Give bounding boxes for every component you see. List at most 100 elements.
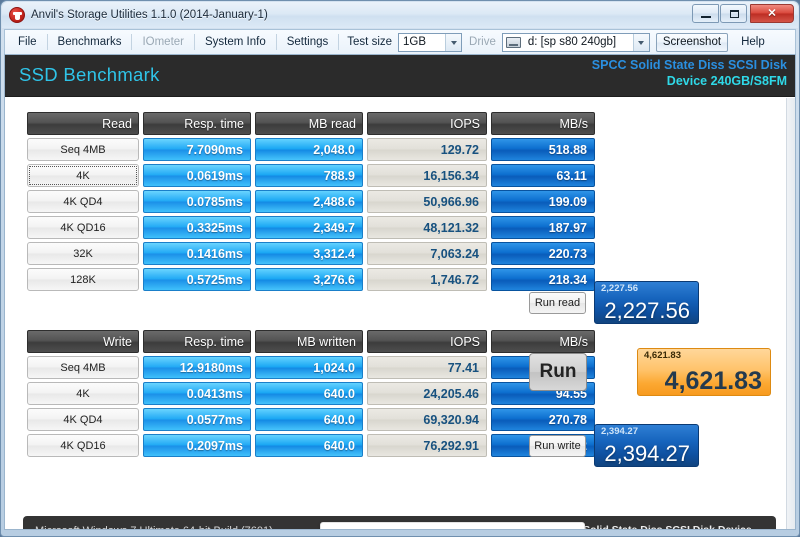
menu-item-file[interactable]: File [9, 33, 46, 51]
maximize-button[interactable] [720, 4, 747, 23]
table-row: 128K 0.5725ms 3,276.6 1,746.72 218.34 [27, 268, 599, 292]
write-resp-value: 0.0577ms [143, 408, 251, 431]
table-row: 4K QD4 0.0785ms 2,488.6 50,966.96 199.09 [27, 190, 599, 214]
menu-divider [275, 34, 277, 50]
write-header-row: Write Resp. time MB written IOPS MB/s [27, 330, 599, 354]
close-button[interactable]: ✕ [750, 4, 794, 23]
notes-box: Drive : Silicon Power S80 240GB Notes : … [320, 522, 585, 529]
read-mb-value: 2,488.6 [255, 190, 363, 213]
menu-item-help[interactable]: Help [732, 33, 774, 51]
write-mb-value: 1,024.0 [255, 356, 363, 379]
read-iops-value: 7,063.24 [367, 242, 487, 265]
table-row: 4K 0.0619ms 788.9 16,156.34 63.11 [27, 164, 599, 188]
system-info-block: Microsoft Windows 7 Ultimate 64-bit Buil… [35, 524, 325, 529]
results-sheet: Read Resp. time MB read IOPS MB/s Seq 4MB 7.70… [5, 98, 786, 529]
read-iops-value: 50,966.96 [367, 190, 487, 213]
run-button[interactable]: Run [529, 353, 587, 391]
read-column-header: MB read [255, 112, 363, 135]
read-iops-value: 1,746.72 [367, 268, 487, 291]
read-mb-value: 2,349.7 [255, 216, 363, 239]
write-mbs-value: 270.78 [491, 408, 595, 431]
read-resp-value: 0.0619ms [143, 164, 251, 187]
read-test-button[interactable]: 4K QD16 [27, 216, 139, 239]
menu-item-system-info[interactable]: System Info [196, 33, 275, 51]
close-icon: ✕ [767, 7, 777, 19]
write-test-button[interactable]: 4K QD16 [27, 434, 139, 457]
menu-divider [338, 34, 340, 50]
minimize-button[interactable] [692, 4, 719, 23]
read-column-header: Read [27, 112, 139, 135]
read-mbs-value: 199.09 [491, 190, 595, 213]
write-iops-value: 69,320.94 [367, 408, 487, 431]
table-row: 4K 0.0413ms 640.0 24,205.46 94.55 [27, 382, 599, 406]
chevron-down-icon[interactable] [632, 33, 649, 51]
read-test-button[interactable]: 32K [27, 242, 139, 265]
read-mbs-value: 220.73 [491, 242, 595, 265]
vertical-scrollbar[interactable] [786, 98, 795, 529]
read-test-button[interactable]: 4K QD4 [27, 190, 139, 213]
write-score-small: 2,394.27 [601, 426, 638, 437]
write-column-header: IOPS [367, 330, 487, 353]
read-mb-value: 2,048.0 [255, 138, 363, 161]
test-size-value: 1GB [403, 36, 427, 48]
menu-divider [131, 34, 133, 50]
write-test-button[interactable]: 4K QD4 [27, 408, 139, 431]
write-score-panel: 2,394.27 2,394.27 [594, 424, 699, 467]
client-area: SSD Benchmark SPCC Solid State Diss SCSI… [4, 54, 796, 530]
drive-value: d: [sp s80 240gb] [527, 36, 617, 48]
test-size-label: Test size [347, 36, 393, 48]
write-resp-value: 12.9180ms [143, 356, 251, 379]
menu-divider [46, 34, 48, 50]
read-test-button[interactable]: 4K [27, 164, 139, 187]
read-iops-value: 16,156.34 [367, 164, 487, 187]
maximize-icon [730, 10, 739, 18]
run-write-button[interactable]: Run write [529, 435, 586, 457]
write-results-table: Write Resp. time MB written IOPS MB/s Seq 4MB… [27, 330, 599, 460]
window-title: Anvil's Storage Utilities 1.1.0 (2014-Ja… [31, 9, 268, 21]
window-controls: ✕ [692, 4, 794, 23]
write-resp-value: 0.2097ms [143, 434, 251, 457]
write-column-header: Resp. time [143, 330, 251, 353]
read-test-button[interactable]: Seq 4MB [27, 138, 139, 161]
table-row: 4K QD160.2097ms640.076,292.91298.02 [27, 434, 599, 458]
read-score-panel: 2,227.56 2,227.56 [594, 281, 699, 324]
read-score-value: 2,227.56 [604, 298, 690, 323]
device-name-line1: SPCC Solid State Diss SCSI Disk [591, 58, 787, 72]
run-read-button[interactable]: Run read [529, 292, 586, 314]
read-mb-value: 3,276.6 [255, 268, 363, 291]
menu-item-settings[interactable]: Settings [278, 33, 338, 51]
chevron-down-icon[interactable] [445, 33, 462, 51]
menu-item-iometer: IOmeter [142, 36, 184, 48]
device-name-line2: Device 240GB/S8FM [666, 74, 787, 88]
write-iops-value: 24,205.46 [367, 382, 487, 405]
read-score-small: 2,227.56 [601, 283, 638, 294]
write-test-button[interactable]: 4K [27, 382, 139, 405]
test-size-select[interactable]: 1GB [398, 32, 463, 52]
read-results-table: Read Resp. time MB read IOPS MB/s Seq 4MB 7.70… [27, 112, 599, 294]
drive-icon [505, 36, 521, 48]
write-test-button[interactable]: Seq 4MB [27, 356, 139, 379]
write-mb-value: 640.0 [255, 382, 363, 405]
read-column-header: IOPS [367, 112, 487, 135]
read-resp-value: 7.7090ms [143, 138, 251, 161]
read-test-button[interactable]: 128K [27, 268, 139, 291]
read-mbs-value: 187.97 [491, 216, 595, 239]
read-mb-value: 3,312.4 [255, 242, 363, 265]
drive-select[interactable]: d: [sp s80 240gb] [501, 32, 650, 52]
screenshot-button[interactable]: Screenshot [655, 32, 729, 52]
read-resp-value: 0.1416ms [143, 242, 251, 265]
read-iops-value: 129.72 [367, 138, 487, 161]
write-column-header: MB written [255, 330, 363, 353]
read-resp-value: 0.5725ms [143, 268, 251, 291]
menu-item-benchmarks[interactable]: Benchmarks [49, 33, 131, 51]
read-mbs-value: 518.88 [491, 138, 595, 161]
anvil-app-icon [9, 7, 25, 23]
menu-divider [194, 34, 195, 50]
read-header-row: Read Resp. time MB read IOPS MB/s [27, 112, 599, 136]
write-score-value: 2,394.27 [604, 441, 690, 466]
read-column-header: MB/s [491, 112, 595, 135]
read-resp-value: 0.3325ms [143, 216, 251, 239]
table-row: 4K QD16 0.3325ms 2,349.7 48,121.32 187.97 [27, 216, 599, 240]
read-mb-value: 788.9 [255, 164, 363, 187]
